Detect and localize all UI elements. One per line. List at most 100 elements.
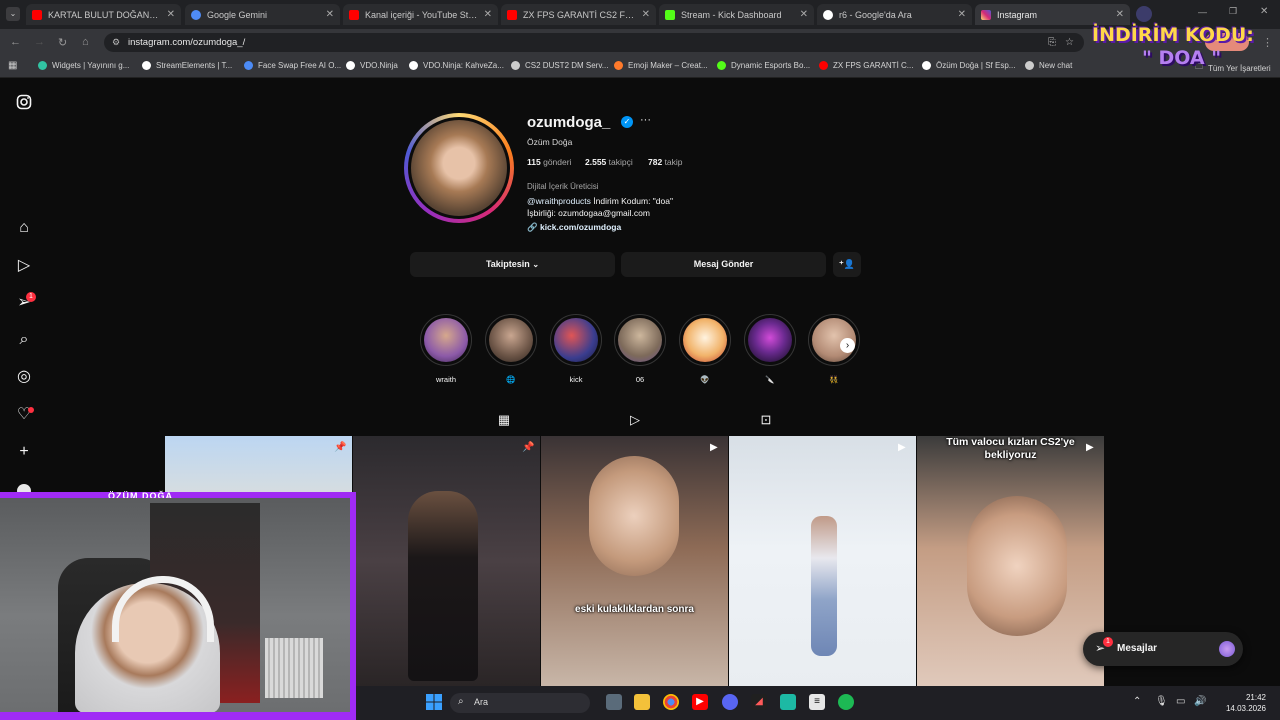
taskbar-search[interactable]: ⌕ Ara bbox=[450, 693, 590, 713]
messages-button[interactable]: ➢ 1 Mesajlar bbox=[1083, 632, 1243, 666]
profile-external-link[interactable]: 🔗 kick.com/ozumdoga bbox=[527, 222, 621, 233]
home-icon[interactable]: ⌂ bbox=[14, 218, 34, 238]
minimize-button[interactable]: — bbox=[1198, 7, 1207, 17]
more-options-icon[interactable]: ··· bbox=[640, 114, 651, 126]
browser-tab[interactable]: r6 - Google'da Ara ✕ bbox=[817, 4, 972, 25]
apps-icon[interactable]: ▦ bbox=[8, 60, 17, 71]
app-icon[interactable] bbox=[780, 694, 796, 710]
chevron-right-icon[interactable]: › bbox=[840, 338, 855, 353]
task-view-icon[interactable] bbox=[606, 694, 622, 710]
close-icon[interactable]: ✕ bbox=[1116, 9, 1124, 20]
volume-icon[interactable]: 🔊 bbox=[1194, 696, 1206, 707]
browser-tab-active[interactable]: Instagram ✕ bbox=[975, 4, 1130, 25]
tab-title: ZX FPS GARANTİ CS2 FPS ART bbox=[523, 9, 636, 20]
bookmark-item[interactable]: VDO.Ninja: KahveZa... bbox=[409, 61, 504, 70]
browser-tab[interactable]: ZX FPS GARANTİ CS2 FPS ART ✕ bbox=[501, 4, 656, 25]
bookmark-item[interactable]: Widgets | Yayınını g... bbox=[38, 61, 129, 70]
forward-icon[interactable]: → bbox=[34, 36, 45, 48]
close-icon[interactable]: ✕ bbox=[484, 9, 492, 20]
close-icon[interactable]: ✕ bbox=[958, 9, 966, 20]
webcam-feed bbox=[0, 498, 350, 712]
following-label: takip bbox=[664, 157, 683, 167]
address-bar[interactable]: ⚙ instagram.com/ozumdoga_/ ⎘ ☆ bbox=[104, 33, 1084, 52]
instagram-icon bbox=[981, 9, 991, 20]
new-tab-button[interactable] bbox=[1136, 6, 1152, 22]
browser-tab[interactable]: Kanal içeriği - YouTube Studio ✕ bbox=[343, 4, 498, 25]
notification-dot bbox=[28, 407, 34, 413]
post-thumbnail[interactable]: ▶ eski kulaklıklardan sonra bbox=[541, 436, 728, 686]
story-highlight[interactable]: 👽 bbox=[679, 314, 731, 384]
browser-tab[interactable]: KARTAL BULUT DOĞAN JAHRI ✕ bbox=[26, 4, 181, 25]
close-icon[interactable]: ✕ bbox=[326, 9, 334, 20]
windows-start-icon[interactable] bbox=[426, 694, 442, 710]
search-icon[interactable]: ⌕ bbox=[14, 330, 34, 350]
network-icon[interactable]: ▭ bbox=[1176, 696, 1185, 707]
close-window-button[interactable]: ✕ bbox=[1260, 6, 1268, 17]
bookmark-item[interactable]: Dynamic Esports Bo... bbox=[717, 61, 810, 70]
post-thumbnail[interactable]: ▶ Tüm valocu kızları CS2'ye bekliyoruz bbox=[917, 436, 1104, 686]
youtube-icon[interactable]: ▶ bbox=[692, 694, 708, 710]
browser-tab[interactable]: Google Gemini ✕ bbox=[185, 4, 340, 25]
bio-mention-link[interactable]: @wraithproducts bbox=[527, 196, 591, 206]
site-info-icon[interactable]: ⚙ bbox=[112, 33, 120, 52]
explore-icon[interactable]: ◎ bbox=[14, 367, 34, 387]
post-thumbnail[interactable]: 📌 bbox=[353, 436, 540, 686]
send-message-button[interactable]: Mesaj Gönder bbox=[621, 252, 826, 277]
bookmark-item[interactable]: Özüm Doğa | Sf Esp... bbox=[922, 61, 1015, 70]
highlight-cover bbox=[618, 318, 662, 362]
reels-icon[interactable]: ▷ bbox=[14, 256, 34, 276]
story-highlight[interactable]: kick bbox=[550, 314, 602, 384]
suggest-user-button[interactable]: ⁺👤 bbox=[833, 252, 861, 277]
reels-tab-icon[interactable]: ▷ bbox=[627, 412, 643, 428]
story-highlight[interactable]: 06 bbox=[614, 314, 666, 384]
posts-stat[interactable]: 115 gönderi bbox=[527, 157, 571, 167]
following-button[interactable]: Takiptesin ⌄ bbox=[410, 252, 615, 277]
highlight-label: 🌐 bbox=[506, 375, 516, 384]
posts-grid-tab-icon[interactable]: ▦ bbox=[496, 412, 512, 428]
close-icon[interactable]: ✕ bbox=[800, 9, 808, 20]
create-plus-icon[interactable]: + bbox=[14, 442, 34, 462]
spotify-icon[interactable] bbox=[838, 694, 854, 710]
menu-icon[interactable]: ⋮ bbox=[1262, 36, 1273, 49]
youtube-icon bbox=[349, 9, 359, 20]
maximize-button[interactable]: ❐ bbox=[1229, 6, 1237, 17]
bookmark-item[interactable]: StreamElements | T... bbox=[142, 61, 232, 70]
pinned-icon: 📌 bbox=[522, 442, 535, 453]
profile-avatar[interactable] bbox=[404, 113, 514, 223]
discord-icon[interactable] bbox=[722, 694, 738, 710]
app-icon[interactable]: ≡ bbox=[809, 694, 825, 710]
followers-stat[interactable]: 2.555 takipçi bbox=[585, 157, 633, 167]
microphone-icon[interactable]: 🎙 bbox=[1155, 696, 1168, 707]
bookmark-item[interactable]: Face Swap Free AI O... bbox=[244, 61, 341, 70]
bookmark-item[interactable]: New chat bbox=[1025, 61, 1072, 70]
system-clock[interactable]: 21:42 14.03.2026 bbox=[1226, 692, 1266, 714]
chrome-icon[interactable] bbox=[663, 694, 679, 710]
following-stat[interactable]: 782 takip bbox=[648, 157, 683, 167]
close-icon[interactable]: ✕ bbox=[167, 9, 175, 20]
post-caption: eski kulaklıklardan sonra bbox=[575, 604, 694, 615]
bookmark-favicon-icon bbox=[614, 61, 623, 70]
close-icon[interactable]: ✕ bbox=[642, 9, 650, 20]
bookmark-item[interactable]: Emoji Maker – Creat... bbox=[614, 61, 708, 70]
install-app-icon[interactable]: ⎘ bbox=[1048, 33, 1056, 52]
bookmark-item[interactable]: ZX FPS GARANTİ C... bbox=[819, 61, 913, 70]
bookmark-star-icon[interactable]: ☆ bbox=[1065, 33, 1074, 52]
tray-chevron-icon[interactable]: ⌃ bbox=[1133, 696, 1141, 707]
back-icon[interactable]: ← bbox=[10, 36, 21, 48]
tagged-tab-icon[interactable]: ⊡ bbox=[758, 412, 774, 428]
reload-icon[interactable]: ↻ bbox=[58, 36, 67, 49]
post-skater bbox=[811, 516, 837, 656]
story-highlight[interactable]: 🌐 bbox=[485, 314, 537, 384]
browser-tab[interactable]: Stream - Kick Dashboard ✕ bbox=[659, 4, 814, 25]
bookmark-item[interactable]: CS2 DUST2 DM Serv... bbox=[511, 61, 608, 70]
post-thumbnail[interactable]: ▶ bbox=[729, 436, 916, 686]
file-explorer-icon[interactable] bbox=[634, 694, 650, 710]
instagram-logo-icon[interactable] bbox=[14, 94, 34, 114]
messages-badge: 1 bbox=[1103, 637, 1113, 647]
bookmark-item[interactable]: VDO.Ninja bbox=[346, 61, 398, 70]
tab-search-button[interactable]: ⌄ bbox=[6, 7, 20, 21]
story-highlight[interactable]: wraith bbox=[420, 314, 472, 384]
home-icon[interactable]: ⌂ bbox=[82, 36, 89, 48]
story-highlight[interactable]: 🔪 bbox=[744, 314, 796, 384]
app-icon[interactable]: ◢ bbox=[751, 694, 767, 710]
